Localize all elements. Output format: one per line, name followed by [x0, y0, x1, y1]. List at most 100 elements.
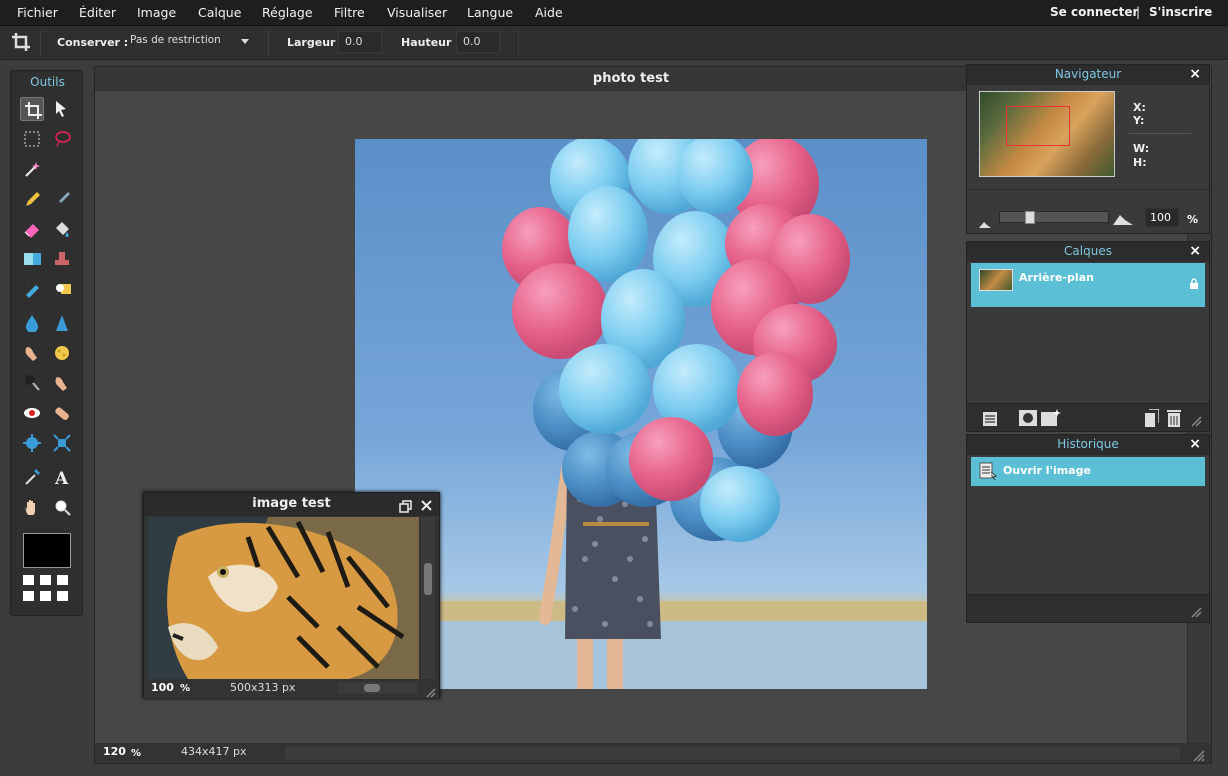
- history-close-icon[interactable]: ×: [1189, 436, 1201, 452]
- menu-filtre[interactable]: Filtre: [334, 5, 365, 20]
- image-window-zoom-input[interactable]: 100: [151, 681, 174, 694]
- brush-icon[interactable]: [50, 187, 74, 211]
- navigator-zoom-slider-knob[interactable]: [1025, 211, 1035, 224]
- width-label: Largeur :: [287, 36, 344, 49]
- spot-heal-icon[interactable]: [50, 401, 74, 425]
- foreground-color-swatch[interactable]: [23, 533, 71, 568]
- move-icon[interactable]: [50, 97, 74, 121]
- tools-title: Outils: [30, 75, 65, 89]
- close-icon[interactable]: [420, 497, 433, 516]
- menu-visualiser[interactable]: Visualiser: [387, 5, 447, 20]
- smudge-icon[interactable]: [20, 341, 44, 365]
- signup-link[interactable]: S'inscrire: [1149, 5, 1212, 19]
- navigator-close-icon[interactable]: ×: [1189, 66, 1201, 82]
- sharpen-icon[interactable]: [50, 311, 74, 335]
- layer-mask-icon[interactable]: [1019, 410, 1037, 430]
- paint-bucket-icon[interactable]: [50, 217, 74, 241]
- zoom-icon[interactable]: [50, 495, 74, 519]
- image-window-size: 500x313 px: [230, 681, 296, 694]
- bloat-icon[interactable]: [20, 431, 44, 455]
- resize-grip-icon[interactable]: [1193, 747, 1205, 762]
- menu-calque[interactable]: Calque: [198, 5, 241, 20]
- pinch-icon[interactable]: [50, 431, 74, 455]
- keep-select[interactable]: Pas de restriction: [124, 31, 234, 53]
- document-status-bar: 120 % 434x417 px: [95, 743, 1211, 763]
- image-window-zoom-unit: %: [180, 683, 191, 694]
- gradient-icon[interactable]: [20, 247, 44, 271]
- layers-toolbar: [967, 403, 1209, 431]
- navigator-view-box[interactable]: [1006, 106, 1070, 146]
- keep-label: Conserver :: [57, 36, 129, 49]
- dodge-icon[interactable]: [20, 371, 44, 395]
- navigator-x-label: X:: [1133, 101, 1146, 114]
- layer-settings-icon[interactable]: [983, 411, 997, 430]
- login-link[interactable]: Se connecter: [1050, 5, 1138, 19]
- eraser-icon[interactable]: [20, 217, 44, 241]
- restore-window-icon[interactable]: [399, 498, 412, 517]
- image-window-status-bar: 100 % 500x313 px: [144, 679, 439, 698]
- resize-grip-icon[interactable]: [1191, 412, 1202, 431]
- image-window-vertical-scrollbar[interactable]: [421, 517, 435, 679]
- navigator-y-label: Y:: [1133, 114, 1145, 127]
- height-input[interactable]: 0.0: [456, 31, 500, 53]
- resize-grip-icon[interactable]: [1191, 603, 1202, 622]
- menu-fichier[interactable]: Fichier: [17, 5, 58, 20]
- new-layer-icon[interactable]: [1145, 408, 1160, 431]
- navigator-h-label: H:: [1133, 156, 1147, 169]
- menu-aide[interactable]: Aide: [535, 5, 563, 20]
- clone-stamp-icon[interactable]: [50, 247, 74, 271]
- menu-langue[interactable]: Langue: [467, 5, 513, 20]
- chevron-down-icon[interactable]: [241, 39, 249, 44]
- zoom-out-icon[interactable]: [979, 213, 991, 232]
- menu-reglage[interactable]: Réglage: [262, 5, 313, 20]
- svg-text:A: A: [54, 469, 69, 486]
- hand-icon[interactable]: [20, 495, 44, 519]
- view-mode-grid-icon[interactable]: [23, 575, 73, 605]
- trash-icon[interactable]: [1167, 409, 1181, 431]
- image-window-view[interactable]: [148, 517, 419, 679]
- marquee-icon[interactable]: [20, 127, 44, 151]
- balloon-photo-image: [355, 139, 927, 689]
- options-bar: Conserver : Pas de restriction Largeur :…: [0, 26, 1228, 60]
- width-input[interactable]: 0.0: [338, 31, 382, 53]
- navigator-zoom-unit: %: [1187, 213, 1199, 226]
- zoom-in-icon[interactable]: [1113, 210, 1133, 229]
- navigator-thumbnail[interactable]: [979, 91, 1115, 177]
- layers-panel: Calques × Arrière-plan: [966, 241, 1210, 432]
- color-picker-icon[interactable]: [20, 465, 44, 489]
- account-separator: |: [1136, 5, 1141, 19]
- drawing-icon[interactable]: [50, 277, 74, 301]
- history-item-open-image[interactable]: Ouvrir l'image: [971, 457, 1205, 486]
- history-title: Historique: [967, 435, 1209, 455]
- canvas-photo[interactable]: [355, 139, 927, 689]
- lock-icon: [1189, 275, 1199, 294]
- blur-icon[interactable]: [20, 311, 44, 335]
- crop-options-icon: [10, 31, 32, 57]
- document-horizontal-scrollbar[interactable]: [285, 746, 1180, 760]
- image-test-window[interactable]: image test 100 % 500x313 px: [143, 492, 440, 698]
- navigator-zoom-input[interactable]: 100: [1145, 208, 1179, 227]
- menu-image[interactable]: Image: [137, 5, 176, 20]
- magic-wand-icon[interactable]: [20, 157, 44, 181]
- type-icon[interactable]: A: [50, 465, 74, 489]
- tools-panel: Outils A: [10, 70, 83, 616]
- height-label: Hauteur :: [401, 36, 460, 49]
- document-zoom-input[interactable]: 120: [103, 745, 126, 758]
- layer-effects-icon[interactable]: [1041, 409, 1061, 431]
- navigator-zoom-slider[interactable]: [999, 211, 1109, 224]
- red-eye-icon[interactable]: [20, 401, 44, 425]
- burn-icon[interactable]: [50, 371, 74, 395]
- sponge-icon[interactable]: [50, 341, 74, 365]
- layers-close-icon[interactable]: ×: [1189, 243, 1201, 259]
- menu-bar: Fichier Éditer Image Calque Réglage Filt…: [0, 0, 1228, 26]
- resize-grip-icon[interactable]: [426, 683, 436, 702]
- image-window-horizontal-scrollbar[interactable]: [338, 682, 418, 694]
- lasso-icon[interactable]: [50, 127, 74, 151]
- menu-editer[interactable]: Éditer: [79, 5, 116, 20]
- layer-row-background[interactable]: Arrière-plan: [971, 263, 1205, 307]
- pencil-icon[interactable]: [20, 187, 44, 211]
- history-item-label: Ouvrir l'image: [1003, 464, 1091, 477]
- crop-icon[interactable]: [20, 97, 44, 121]
- color-replace-icon[interactable]: [20, 277, 44, 301]
- navigator-w-label: W:: [1133, 142, 1150, 155]
